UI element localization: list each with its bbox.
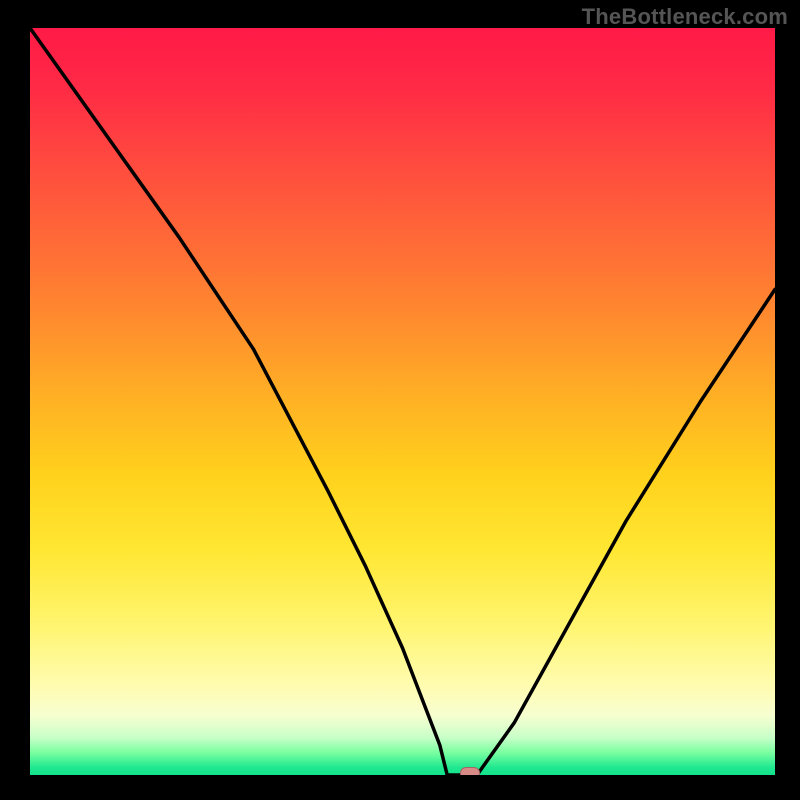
minimum-marker — [460, 767, 480, 775]
watermark-text: TheBottleneck.com — [582, 4, 788, 30]
plot-area — [30, 28, 775, 775]
chart-frame: TheBottleneck.com — [0, 0, 800, 800]
bottleneck-curve — [30, 28, 775, 775]
